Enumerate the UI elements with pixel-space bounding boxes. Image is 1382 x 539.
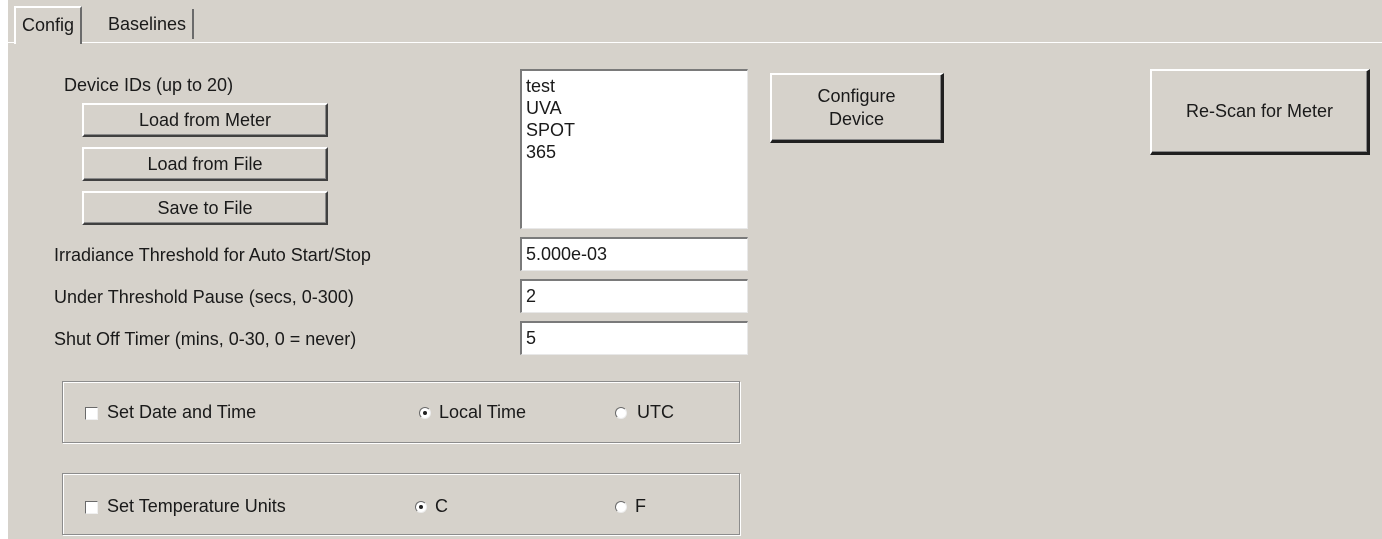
device-ids-label: Device IDs (up to 20) xyxy=(64,75,234,95)
set-date-time-label[interactable]: Set Date and Time xyxy=(107,402,256,423)
list-item[interactable]: SPOT xyxy=(526,119,743,141)
configure-device-button[interactable]: Configure Device xyxy=(770,73,944,143)
local-time-radio[interactable] xyxy=(419,407,431,419)
config-panel: Device IDs (up to 20) Load from Meter Lo… xyxy=(8,42,1382,539)
set-temperature-label[interactable]: Set Temperature Units xyxy=(107,496,286,517)
fahrenheit-label[interactable]: F xyxy=(635,496,646,517)
date-time-group: Set Date and Time Local Time UTC xyxy=(62,381,740,443)
load-from-meter-button[interactable]: Load from Meter xyxy=(82,103,328,137)
local-time-label[interactable]: Local Time xyxy=(439,402,526,423)
tab-config[interactable]: Config xyxy=(14,6,83,44)
irradiance-label: Irradiance Threshold for Auto Start/Stop xyxy=(54,245,371,265)
shutoff-label: Shut Off Timer (mins, 0-30, 0 = never) xyxy=(54,329,357,349)
shutoff-field[interactable]: 5 xyxy=(520,321,748,355)
device-ids-list[interactable]: test UVA SPOT 365 xyxy=(520,69,748,229)
rescan-meter-button[interactable]: Re-Scan for Meter xyxy=(1150,69,1370,155)
save-to-file-button[interactable]: Save to File xyxy=(82,191,328,225)
celsius-label[interactable]: C xyxy=(435,496,448,517)
tab-baselines[interactable]: Baselines xyxy=(102,9,195,39)
load-from-file-button[interactable]: Load from File xyxy=(82,147,328,181)
pause-label: Under Threshold Pause (secs, 0-300) xyxy=(54,287,354,307)
utc-radio[interactable] xyxy=(615,407,627,419)
configure-device-label-line1: Configure xyxy=(817,86,896,106)
fahrenheit-radio[interactable] xyxy=(615,501,627,513)
set-temperature-checkbox[interactable] xyxy=(85,501,98,514)
irradiance-threshold-field[interactable]: 5.000e-03 xyxy=(520,237,748,271)
list-item[interactable]: UVA xyxy=(526,97,743,119)
celsius-radio[interactable] xyxy=(415,501,427,513)
configure-device-label-line2: Device xyxy=(828,108,885,129)
utc-label[interactable]: UTC xyxy=(637,402,674,423)
list-item[interactable]: 365 xyxy=(526,141,743,163)
temperature-group: Set Temperature Units C F xyxy=(62,473,740,535)
set-date-time-checkbox[interactable] xyxy=(85,407,98,420)
pause-field[interactable]: 2 xyxy=(520,279,748,313)
list-item[interactable]: test xyxy=(526,75,743,97)
tab-bar: Config Baselines xyxy=(8,0,1382,44)
